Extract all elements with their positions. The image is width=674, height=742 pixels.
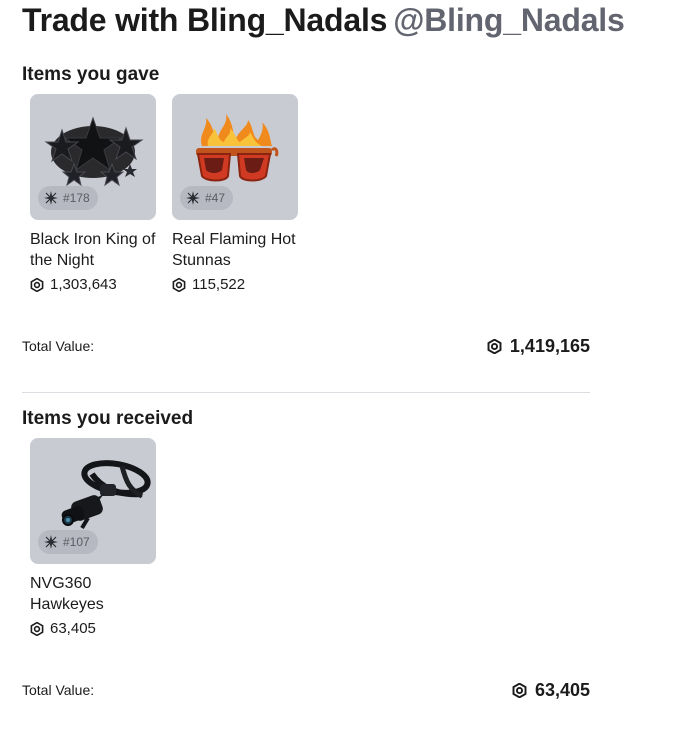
item-price-value: 115,522 bbox=[192, 276, 246, 293]
page-title: Trade with Bling_Nadals @Bling_Nadals bbox=[22, 2, 625, 42]
gave-total-amount: 1,419,165 bbox=[509, 336, 590, 356]
received-total-value: 63,405 bbox=[512, 680, 590, 701]
items-received-heading: Items you received bbox=[22, 408, 194, 429]
gave-total-value: 1,419,165 bbox=[487, 336, 590, 357]
gave-item-card[interactable]: #178 Black Iron King of the Night 1,303,… bbox=[30, 94, 156, 293]
item-name-link[interactable]: Black Iron King of the Night bbox=[30, 229, 170, 271]
robux-icon bbox=[172, 277, 186, 292]
item-price: 1,303,643 bbox=[30, 276, 156, 293]
robux-icon bbox=[30, 621, 44, 636]
item-thumbnail[interactable]: #107 bbox=[30, 438, 156, 564]
robux-icon bbox=[487, 339, 502, 354]
item-thumbnail[interactable]: #47 bbox=[172, 94, 298, 220]
item-price-value: 1,303,643 bbox=[50, 276, 117, 293]
partner-handle-link[interactable]: @Bling_Nadals bbox=[393, 2, 625, 39]
item-price: 115,522 bbox=[172, 276, 298, 293]
trade-title: Trade with Bling_Nadals bbox=[22, 2, 388, 38]
item-price: 63,405 bbox=[30, 620, 156, 637]
item-thumbnail[interactable]: #178 bbox=[30, 94, 156, 220]
serial-badge: #107 bbox=[38, 530, 98, 554]
serial-badge: #178 bbox=[38, 186, 98, 210]
received-item-card[interactable]: #107 NVG360 Hawkeyes 63,405 bbox=[30, 438, 156, 637]
item-price-value: 63,405 bbox=[50, 620, 96, 637]
section-divider bbox=[22, 392, 590, 393]
item-name-link[interactable]: NVG360 Hawkeyes bbox=[30, 573, 120, 615]
gave-total-label: Total Value: bbox=[22, 338, 95, 354]
sparkle-icon bbox=[44, 191, 58, 205]
received-total-amount: 63,405 bbox=[534, 680, 590, 700]
serial-number: #178 bbox=[63, 191, 90, 205]
robux-icon bbox=[512, 683, 527, 698]
item-name-link[interactable]: Real Flaming Hot Stunnas bbox=[172, 229, 312, 271]
serial-badge: #47 bbox=[180, 186, 234, 210]
sparkle-icon bbox=[186, 191, 200, 205]
robux-icon bbox=[30, 277, 44, 292]
gave-item-card[interactable]: #47 Real Flaming Hot Stunnas 115,522 bbox=[172, 94, 298, 293]
serial-number: #47 bbox=[205, 191, 226, 205]
received-total-label: Total Value: bbox=[22, 682, 95, 698]
items-gave-heading: Items you gave bbox=[22, 64, 160, 85]
sparkle-icon bbox=[44, 535, 58, 549]
serial-number: #107 bbox=[63, 535, 90, 549]
